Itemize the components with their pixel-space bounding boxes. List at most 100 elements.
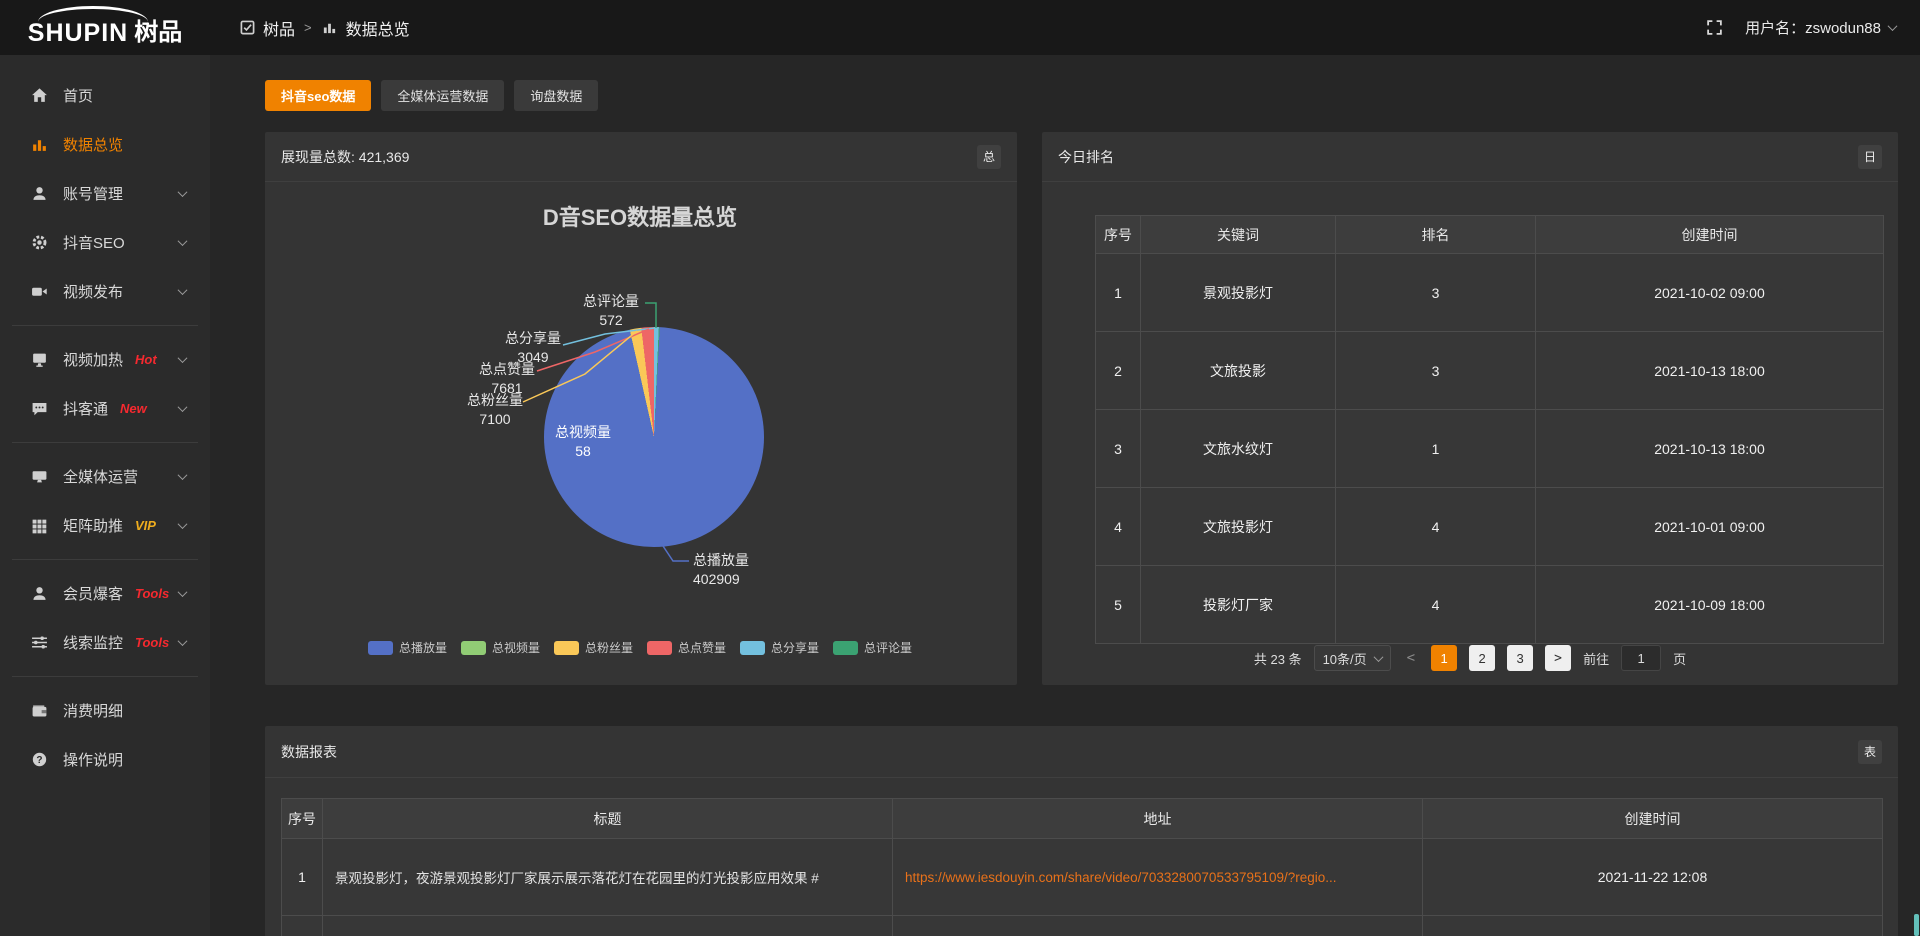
- legend-swatch: [833, 641, 858, 655]
- user-icon: [30, 585, 48, 602]
- chevron-down-icon: [178, 353, 188, 363]
- sidebar-item-video-heat[interactable]: 视频加热 Hot: [0, 335, 210, 384]
- sidebar-divider: [12, 442, 198, 443]
- legend-swatch: [461, 641, 486, 655]
- sidebar-item-douketong[interactable]: 抖客通 New: [0, 384, 210, 433]
- sidebar-item-consumption[interactable]: 消费明细: [0, 686, 210, 735]
- report-video-link[interactable]: https://www.iesdouyin.com/share/video/70…: [905, 870, 1337, 885]
- sidebar-item-instructions[interactable]: ? 操作说明: [0, 735, 210, 784]
- sliders-icon: [30, 634, 48, 651]
- user-menu[interactable]: 用户名：zswodun88: [1745, 17, 1896, 38]
- sidebar-item-video-publish[interactable]: 视频发布: [0, 267, 210, 316]
- bar-chart-icon: [321, 20, 339, 35]
- chevron-down-icon: [178, 285, 188, 295]
- chevron-down-icon: [178, 187, 188, 197]
- table-row: 5投影灯厂家42021-10-09 18:00: [1096, 566, 1884, 644]
- table-row: 1 景观投影灯，夜游景观投影灯厂家展示展示落花灯在花园里的灯光投影应用效果 # …: [282, 839, 1883, 916]
- video-camera-icon: [30, 283, 48, 300]
- prev-page-button[interactable]: <: [1403, 650, 1419, 666]
- wallet-icon: [30, 702, 48, 719]
- tab-omnimedia-data[interactable]: 全媒体运营数据: [381, 80, 504, 111]
- breadcrumb: 树品 > 数据总览: [238, 16, 410, 40]
- today-ranking-panel: 今日排名 日 序号 关键词 排名 创建时间 1景观投影灯32021-10-02 …: [1042, 132, 1898, 685]
- table-header-row: 序号 关键词 排名 创建时间: [1096, 216, 1884, 254]
- chevron-down-icon: [178, 470, 188, 480]
- breadcrumb-home[interactable]: 树品: [238, 16, 295, 40]
- display-icon: [30, 351, 48, 368]
- scrollbar-thumb[interactable]: [1914, 914, 1919, 936]
- page-button-3[interactable]: 3: [1507, 645, 1533, 671]
- legend-swatch: [647, 641, 672, 655]
- table-row: 4文旅投影灯42021-10-01 09:00: [1096, 488, 1884, 566]
- new-badge: New: [120, 401, 147, 416]
- total-view-button[interactable]: 总: [977, 145, 1001, 169]
- impressions-total-label: 展现量总数: 421,369: [281, 147, 409, 167]
- day-view-button[interactable]: 日: [1858, 145, 1882, 169]
- sidebar-divider: [12, 559, 198, 560]
- chevron-down-icon: [178, 636, 188, 646]
- legend-item-fans[interactable]: 总粉丝量: [554, 639, 633, 656]
- data-source-tabs: 抖音seo数据 全媒体运营数据 询盘数据: [265, 80, 598, 111]
- sidebar-divider: [12, 325, 198, 326]
- pie-label-fans: 总粉丝量7100: [455, 391, 535, 429]
- table-view-button[interactable]: 表: [1858, 740, 1882, 764]
- check-square-icon: [238, 20, 256, 35]
- next-page-button[interactable]: >: [1545, 645, 1571, 671]
- pie-leader-lines: [265, 182, 1015, 685]
- hot-badge: Hot: [135, 352, 157, 367]
- report-title-cell: 景观投影灯，夜游景观投影灯厂家展示展示落花灯在花园里的灯光投影应用效果 #: [323, 839, 893, 916]
- legend-item-likes[interactable]: 总点赞量: [647, 639, 726, 656]
- pie-chart: D音SEO数据量总览 总评论量572 总分享量3049 总点赞量7681 总粉丝…: [265, 182, 1015, 685]
- chevron-down-icon: [1373, 652, 1383, 662]
- user-icon: [30, 185, 48, 202]
- legend-swatch: [554, 641, 579, 655]
- ranking-table: 序号 关键词 排名 创建时间 1景观投影灯32021-10-02 09:00 2…: [1095, 215, 1884, 644]
- sidebar-item-home[interactable]: 首页: [0, 71, 210, 120]
- sidebar-item-account[interactable]: 账号管理: [0, 169, 210, 218]
- tab-douyin-seo-data[interactable]: 抖音seo数据: [265, 80, 371, 111]
- overview-panel: 展现量总数: 421,369 总 D音SEO数据量总览 总评论量572 总分享量…: [265, 132, 1017, 685]
- sidebar-item-douyin-seo[interactable]: 抖音SEO: [0, 218, 210, 267]
- sidebar-item-omnimedia[interactable]: 全媒体运营: [0, 452, 210, 501]
- top-header: SHUPIN 树品 树品 > 数据总览 用户名：zswodun88: [0, 0, 1920, 55]
- sidebar-item-data-overview[interactable]: 数据总览: [0, 120, 210, 169]
- sidebar-item-matrix-boost[interactable]: 矩阵助推 VIP: [0, 501, 210, 550]
- grid-icon: [30, 517, 48, 534]
- page-button-1[interactable]: 1: [1431, 645, 1457, 671]
- svg-text:?: ?: [36, 755, 42, 766]
- tab-inquiry-data[interactable]: 询盘数据: [514, 80, 598, 111]
- report-table: 序号 标题 地址 创建时间 1 景观投影灯，夜游景观投影灯厂家展示展示落花灯在花…: [281, 798, 1883, 936]
- goto-suffix-label: 页: [1673, 649, 1686, 668]
- legend-item-comments[interactable]: 总评论量: [833, 639, 912, 656]
- question-circle-icon: ?: [30, 751, 48, 768]
- legend-item-videos[interactable]: 总视频量: [461, 639, 540, 656]
- pie-label-videos: 总视频量58: [543, 423, 623, 461]
- app-logo: SHUPIN 树品: [0, 0, 210, 55]
- ranking-panel-title: 今日排名: [1058, 147, 1114, 167]
- goto-page-input[interactable]: [1621, 645, 1661, 671]
- report-panel-title: 数据报表: [281, 742, 337, 762]
- page-size-select[interactable]: 10条/页: [1314, 645, 1391, 671]
- total-count-label: 共 23 条: [1254, 649, 1302, 668]
- table-header-row: 序号 标题 地址 创建时间: [282, 799, 1883, 839]
- breadcrumb-current[interactable]: 数据总览: [321, 16, 410, 40]
- chat-bubble-icon: [30, 400, 48, 417]
- sidebar-divider: [12, 676, 198, 677]
- chevron-down-icon: [178, 587, 188, 597]
- page-button-2[interactable]: 2: [1469, 645, 1495, 671]
- main-content: 抖音seo数据 全媒体运营数据 询盘数据 展现量总数: 421,369 总 D音…: [210, 55, 1920, 936]
- tools-badge: Tools: [135, 635, 169, 650]
- sidebar-item-lead-monitor[interactable]: 线索监控 Tools: [0, 618, 210, 667]
- legend-item-shares[interactable]: 总分享量: [740, 639, 819, 656]
- chart-legend: 总播放量 总视频量 总粉丝量 总点赞量 总分享量 总评论量: [265, 639, 1015, 656]
- breadcrumb-separator-icon: >: [304, 20, 312, 35]
- table-row: 3文旅水纹灯12021-10-13 18:00: [1096, 410, 1884, 488]
- table-row: 1景观投影灯32021-10-02 09:00: [1096, 254, 1884, 332]
- legend-item-plays[interactable]: 总播放量: [368, 639, 447, 656]
- monitor-icon: [30, 468, 48, 485]
- fullscreen-icon[interactable]: [1706, 19, 1723, 36]
- sidebar-item-member[interactable]: 会员爆客 Tools: [0, 569, 210, 618]
- chevron-down-icon: [178, 402, 188, 412]
- legend-swatch: [740, 641, 765, 655]
- home-icon: [30, 87, 48, 104]
